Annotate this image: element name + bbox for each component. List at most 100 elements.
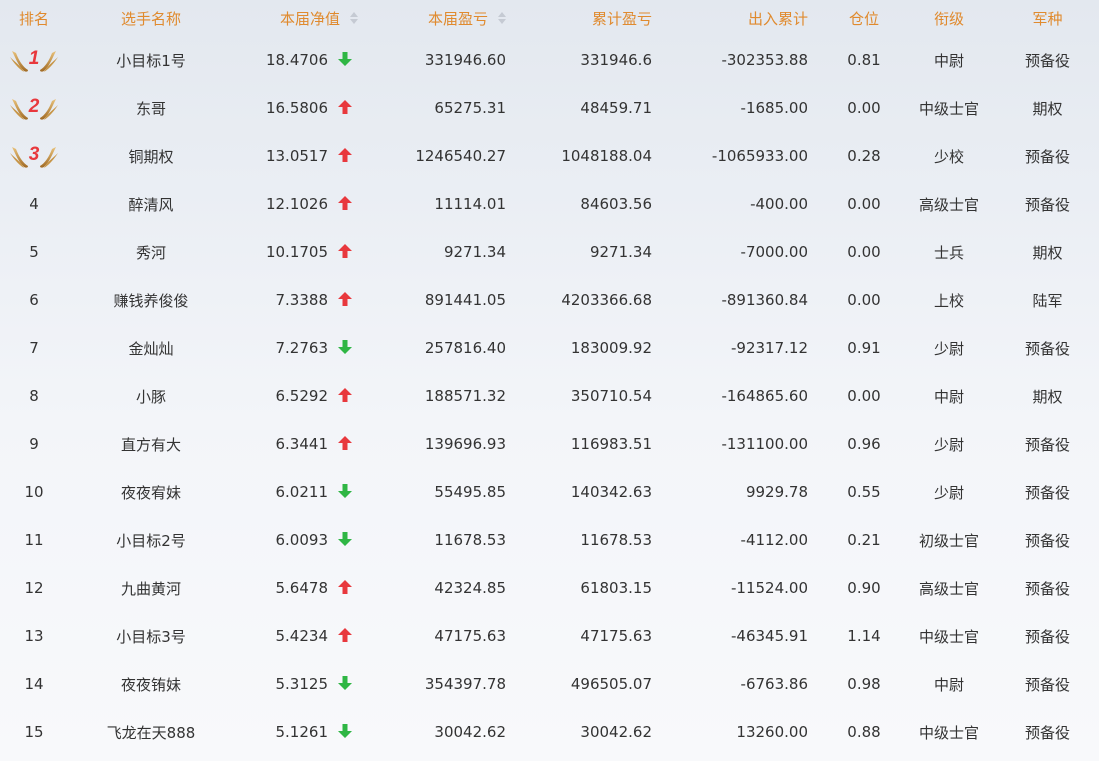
inout-value: -11524.00 [731,579,808,597]
arrow-up-icon [338,579,352,594]
player-name[interactable]: 小目标2号 [68,516,234,564]
sort-icon[interactable] [498,12,506,24]
arrow-down-icon [338,723,352,738]
player-name[interactable]: 东哥 [68,84,234,132]
header-nav-label: 本届净值 [279,9,340,28]
branch-value: 预备役 [1024,435,1070,454]
player-name[interactable]: 小目标3号 [68,612,234,660]
player-name[interactable]: 秀河 [68,228,234,276]
table-row[interactable]: 8 小豚 6.5292 188571.32 350710.54 -164865.… [0,372,1099,420]
rank-wings-icon: 2 [8,93,60,123]
arrow-down-icon [338,531,352,546]
nav-cell: 13.0517 [234,132,368,180]
table-row[interactable]: 11 小目标2号 6.0093 11678.53 11678.53 -4112.… [0,516,1099,564]
table-row[interactable]: 2 东哥 16.5806 65275.31 48459.71 -1685.00 … [0,84,1099,132]
title-value: 少尉 [933,339,964,358]
branch-value: 预备役 [1024,579,1070,598]
nav-cell: 5.6478 [234,564,368,612]
pnl-value: 354397.78 [424,675,506,693]
table-row[interactable]: 7 金灿灿 7.2763 257816.40 183009.92 -92317.… [0,324,1099,372]
player-name[interactable]: 醉清风 [68,180,234,228]
arrow-up-icon [338,195,352,210]
pnl-value: 139696.93 [424,435,506,453]
player-name[interactable]: 直方有大 [68,420,234,468]
position-value: 0.00 [847,99,881,117]
rank-cell: 3 [0,132,68,180]
title-value: 少校 [933,147,964,166]
total-pnl-value: 116983.51 [570,435,652,453]
player-name[interactable]: 夜夜铕妹 [68,660,234,708]
table-row[interactable]: 6 赚钱养俊俊 7.3388 891441.05 4203366.68 -891… [0,276,1099,324]
arrow-up-icon [338,243,352,258]
inout-value: -7000.00 [740,243,808,261]
nav-value: 5.1261 [275,723,329,741]
arrow-down-icon [338,51,352,66]
position-value: 0.91 [847,339,881,357]
nav-value: 6.0093 [275,531,329,549]
nav-cell: 6.3441 [234,420,368,468]
header-branch: 军种 [1032,9,1063,28]
total-pnl-value: 48459.71 [580,99,652,117]
svg-text:3: 3 [29,144,40,165]
header-inout: 出入累计 [747,9,808,28]
title-value: 中尉 [933,51,964,70]
inout-value: 9929.78 [745,483,808,501]
nav-value: 12.1026 [265,195,328,213]
player-name[interactable]: 赚钱养俊俊 [68,276,234,324]
position-value: 0.28 [847,147,881,165]
table-row[interactable]: 9 直方有大 6.3441 139696.93 116983.51 -13110… [0,420,1099,468]
title-value: 中级士官 [918,627,979,646]
player-name[interactable]: 小豚 [68,372,234,420]
inout-value: -92317.12 [731,339,808,357]
table-row[interactable]: 4 醉清风 12.1026 11114.01 84603.56 -400.00 … [0,180,1099,228]
nav-cell: 5.4234 [234,612,368,660]
table-row[interactable]: 15 飞龙在天888 5.1261 30042.62 30042.62 1326… [0,708,1099,756]
sort-icon[interactable] [350,12,358,24]
player-name[interactable]: 铜期权 [68,132,234,180]
title-value: 士兵 [933,243,964,262]
rank-cell: 6 [29,291,39,309]
total-pnl-value: 11678.53 [580,531,652,549]
branch-value: 期权 [1032,243,1063,262]
table-row[interactable]: 1 小目标1号 18.4706 331946.60 331946.6 -3023… [0,36,1099,84]
player-name[interactable]: 金灿灿 [68,324,234,372]
ranking-table: 排名 选手名称 本届净值 本届盈亏 累计盈亏 出入累计 仓位 衔级 军种 1 小… [0,0,1099,756]
player-name[interactable]: 小目标1号 [68,36,234,84]
table-row[interactable]: 5 秀河 10.1705 9271.34 9271.34 -7000.00 0.… [0,228,1099,276]
table-row[interactable]: 12 九曲黄河 5.6478 42324.85 61803.15 -11524.… [0,564,1099,612]
table-row[interactable]: 13 小目标3号 5.4234 47175.63 47175.63 -46345… [0,612,1099,660]
nav-value: 13.0517 [265,147,328,165]
table-header: 排名 选手名称 本届净值 本届盈亏 累计盈亏 出入累计 仓位 衔级 军种 [0,0,1099,36]
player-name[interactable]: 夜夜宥妹 [68,468,234,516]
table-row[interactable]: 3 铜期权 13.0517 1246540.27 1048188.04 -106… [0,132,1099,180]
title-value: 中尉 [933,387,964,406]
pnl-value: 30042.62 [434,723,506,741]
pnl-value: 1246540.27 [415,147,506,165]
position-value: 0.96 [847,435,881,453]
arrow-up-icon [338,435,352,450]
table-row[interactable]: 10 夜夜宥妹 6.0211 55495.85 140342.63 9929.7… [0,468,1099,516]
header-title: 衔级 [933,9,964,28]
player-name[interactable]: 飞龙在天888 [68,708,234,756]
title-value: 中级士官 [918,723,979,742]
rank-cell: 13 [24,627,44,645]
inout-value: -1065933.00 [711,147,808,165]
total-pnl-value: 350710.54 [570,387,652,405]
table-row[interactable]: 14 夜夜铕妹 5.3125 354397.78 496505.07 -6763… [0,660,1099,708]
inout-value: -46345.91 [731,627,808,645]
rank-cell: 12 [24,579,44,597]
pnl-value: 11114.01 [434,195,506,213]
inout-value: -164865.60 [721,387,808,405]
header-pnl[interactable]: 本届盈亏 [368,0,518,36]
rank-cell: 7 [29,339,39,357]
position-value: 0.81 [847,51,881,69]
header-name: 选手名称 [120,9,181,28]
header-nav[interactable]: 本届净值 [234,0,368,36]
player-name[interactable]: 九曲黄河 [68,564,234,612]
nav-value: 10.1705 [265,243,328,261]
inout-value: -302353.88 [721,51,808,69]
arrow-down-icon [338,675,352,690]
pnl-value: 257816.40 [424,339,506,357]
nav-value: 5.3125 [275,675,329,693]
pnl-value: 891441.05 [424,291,506,309]
